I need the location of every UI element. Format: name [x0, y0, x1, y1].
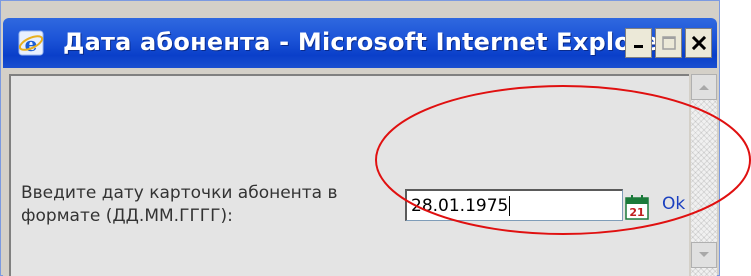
vertical-scrollbar[interactable] [691, 74, 717, 276]
ie-logo-icon: e [17, 29, 45, 57]
title-bar[interactable]: e Дата абонента - Microsoft Internet Exp… [3, 18, 717, 68]
ok-link[interactable]: Ok [662, 194, 685, 214]
close-icon [691, 35, 706, 51]
close-button[interactable] [685, 28, 712, 58]
chevron-down-icon [699, 252, 709, 257]
window-title: Дата абонента - Microsoft Internet Explo… [63, 28, 672, 56]
chevron-up-icon [699, 85, 709, 90]
client-area: Введите дату карточки абонента в формате… [3, 68, 717, 276]
minimize-button[interactable] [625, 28, 652, 58]
browser-window: e Дата абонента - Microsoft Internet Exp… [0, 0, 720, 276]
scroll-down-button[interactable] [691, 242, 717, 268]
minimize-icon [633, 45, 643, 48]
date-input-value: 28.01.1975 [411, 195, 509, 216]
calendar-icon[interactable]: 21 [625, 194, 649, 220]
maximize-button[interactable] [655, 28, 682, 58]
date-prompt-label: Введите дату карточки абонента в формате… [21, 183, 338, 226]
date-input-field[interactable]: 28.01.1975 [405, 189, 623, 221]
calendar-day: 21 [629, 206, 644, 219]
dialog-content: Введите дату карточки абонента в формате… [9, 74, 689, 276]
maximize-icon [661, 36, 676, 50]
scroll-up-button[interactable] [691, 74, 717, 100]
text-caret [509, 195, 511, 216]
